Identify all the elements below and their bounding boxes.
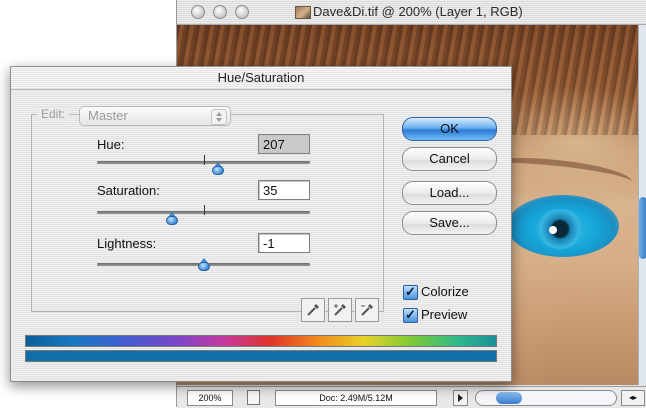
colorize-checkbox[interactable]: ✓ [403, 284, 418, 300]
subtract-from-sample-eyedropper-icon[interactable] [355, 298, 379, 322]
lightness-field[interactable]: -1 [258, 233, 310, 253]
save-button[interactable]: Save... [402, 211, 497, 235]
vertical-scroll-thumb[interactable] [639, 197, 646, 259]
dialog-title[interactable]: Hue/Saturation [11, 67, 511, 90]
add-to-sample-eyedropper-icon[interactable] [328, 298, 352, 322]
document-size-readout[interactable]: Doc: 2.49M/5.12M [275, 390, 437, 406]
lightness-slider-thumb[interactable] [197, 258, 210, 272]
preview-checkbox[interactable]: ✓ [403, 307, 418, 323]
eye-highlight [549, 226, 557, 234]
document-proxy-icon[interactable] [295, 6, 311, 19]
document-title: Dave&Di.tif @ 200% (Layer 1, RGB) [313, 4, 523, 19]
edit-channel-popup[interactable]: Master [79, 106, 231, 126]
preview-label: Preview [421, 307, 468, 322]
hue-center-tick [204, 155, 205, 165]
zoom-level-field[interactable]: 200% [187, 390, 233, 406]
saturation-slider-thumb[interactable] [165, 212, 178, 226]
hue-slider-thumb[interactable] [212, 162, 225, 176]
page-setup-icon[interactable] [247, 390, 260, 405]
edit-channel-value: Master [88, 108, 128, 123]
iris [537, 209, 583, 249]
eyedropper-icon[interactable] [301, 298, 325, 322]
cancel-button[interactable]: Cancel [402, 147, 497, 171]
input-color-ramp [25, 335, 497, 347]
saturation-label: Saturation: [97, 183, 160, 198]
close-window-button[interactable] [191, 5, 205, 19]
horizontal-scrollbar[interactable] [475, 390, 617, 406]
document-title-bar[interactable]: Dave&Di.tif @ 200% (Layer 1, RGB) [177, 0, 646, 25]
vertical-scrollbar[interactable] [638, 25, 646, 385]
lightness-label: Lightness: [97, 236, 157, 251]
zoom-window-button[interactable] [235, 5, 249, 19]
hue-label: Hue: [97, 137, 125, 152]
saturation-center-tick [204, 205, 205, 215]
status-menu-arrow-icon[interactable] [453, 390, 468, 406]
minimize-window-button[interactable] [213, 5, 227, 19]
popup-stepper-icon [211, 109, 227, 125]
colorize-label: Colorize [421, 284, 469, 299]
horizontal-scroll-thumb[interactable] [496, 392, 522, 404]
scroll-arrows-icon[interactable]: ◂▸ [621, 390, 645, 406]
load-button[interactable]: Load... [402, 181, 497, 205]
status-bar: 200% Doc: 2.49M/5.12M ◂▸ [177, 386, 646, 408]
saturation-field[interactable]: 35 [258, 180, 310, 200]
output-color-ramp [25, 350, 497, 362]
ok-button[interactable]: OK [402, 117, 497, 141]
edit-label: Edit: [37, 107, 70, 121]
hue-field[interactable]: 207 [258, 134, 310, 154]
hue-saturation-dialog: Hue/Saturation Edit: Master Hue: 207 Sat… [10, 66, 512, 382]
